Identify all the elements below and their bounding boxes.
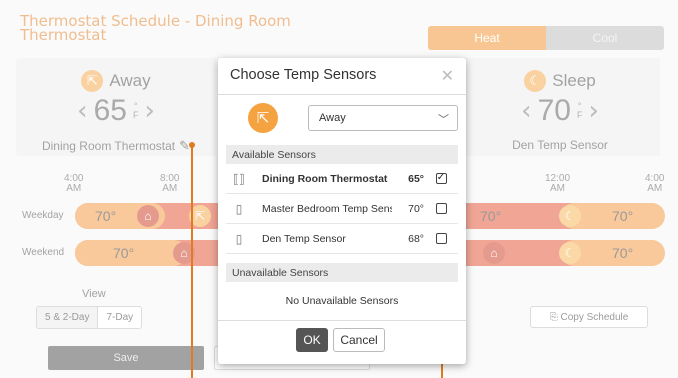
cancel-button[interactable]: Cancel (333, 328, 385, 352)
divider (218, 94, 466, 95)
mode-select[interactable]: Away ﹀ (308, 105, 458, 131)
available-sensors-header: Available Sensors (226, 145, 458, 164)
sensor-checkbox[interactable] (430, 203, 452, 214)
choose-temp-sensors-dialog: Choose Temp Sensors ✕ ⇱ Away ﹀ Available… (218, 58, 466, 364)
sensor-icon: ▯ (235, 201, 243, 216)
no-unavailable-text: No Unavailable Sensors (285, 295, 399, 307)
sensor-temp: 70° (408, 202, 424, 215)
annotation-line (191, 145, 193, 378)
ok-button[interactable]: OK (296, 328, 328, 352)
sensor-name: Master Bedroom Temp Sens... (262, 202, 392, 215)
sensor-temp: 65° (408, 172, 424, 185)
sensor-row[interactable]: ⟦⟧ Dining Room Thermostat 65° ✓ (226, 164, 458, 194)
thermostat-icon: ⟦⟧ (233, 171, 245, 186)
checkmark-icon[interactable]: ✓ (435, 173, 447, 184)
sensor-checkbox[interactable]: ✓ (430, 173, 452, 184)
sensor-checkbox[interactable] (430, 233, 452, 244)
unavailable-sensors-header: Unavailable Sensors (226, 263, 458, 282)
away-icon: ⇱ (248, 103, 278, 133)
sensor-name: Den Temp Sensor (262, 232, 346, 245)
sensor-row[interactable]: ▯ Master Bedroom Temp Sens... 70° (226, 194, 458, 224)
dialog-title: Choose Temp Sensors (230, 67, 377, 83)
divider (218, 320, 466, 321)
close-icon[interactable]: ✕ (441, 66, 454, 86)
sensor-name: Dining Room Thermostat (262, 172, 388, 185)
sensor-temp: 68° (408, 232, 424, 245)
sensor-row[interactable]: ▯ Den Temp Sensor 68° (226, 224, 458, 254)
sensor-icon: ▯ (235, 231, 243, 246)
chevron-down-icon: ﹀ (438, 114, 449, 126)
